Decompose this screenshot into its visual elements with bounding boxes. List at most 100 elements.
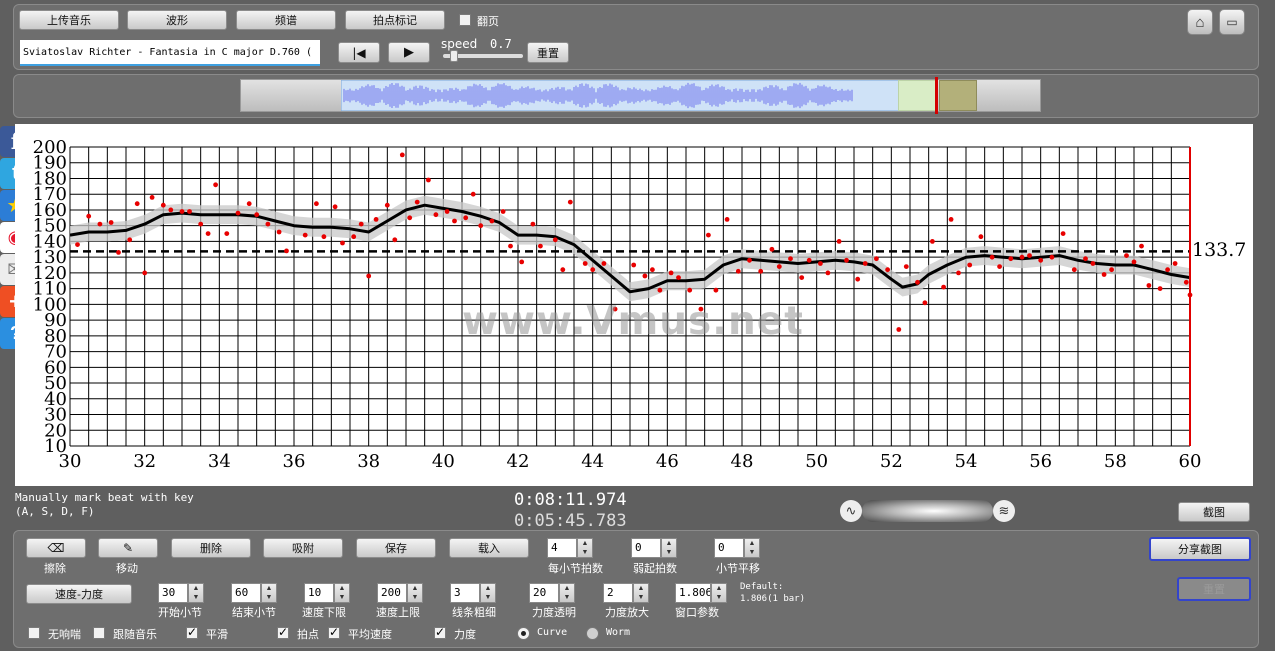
beat-point <box>246 201 252 207</box>
start-bar-spinner[interactable]: ▲ ▼ <box>188 583 204 603</box>
beat-point <box>552 237 558 243</box>
beat-point <box>582 261 588 266</box>
screenshot-button[interactable]: 截图 <box>1178 502 1250 522</box>
beats-checkbox[interactable] <box>277 625 289 639</box>
line-width-spinner[interactable]: ▲ ▼ <box>480 583 496 603</box>
tempo-low-spinner[interactable]: ▲ ▼ <box>334 583 350 603</box>
tempo-high-value[interactable]: 200 <box>377 583 407 603</box>
erase-label: 擦除 <box>44 562 66 575</box>
window-param-label: 窗口参数 <box>675 606 719 619</box>
track-title: Sviatoslav Richter - Fantasia in C major… <box>23 47 312 58</box>
window-param-spinner[interactable]: ▲ ▼ <box>711 583 727 603</box>
share-screenshot-button[interactable]: 分享截图 <box>1149 537 1251 561</box>
line-width-stepper[interactable]: 3 ▲ ▼ <box>450 583 496 603</box>
speed-slider[interactable] <box>443 50 523 62</box>
beats-label: 拍点 <box>297 628 319 641</box>
pickup-beats-stepper[interactable]: 0 ▲ ▼ <box>631 538 677 558</box>
follow-music-checkbox[interactable] <box>93 627 105 639</box>
waveform-view[interactable] <box>341 80 899 111</box>
save-button[interactable]: 保存 <box>356 538 436 558</box>
beats-per-bar-stepper[interactable]: 4 ▲ ▼ <box>547 538 593 558</box>
skip-back-icon: |◀ <box>352 45 366 60</box>
selection-window[interactable] <box>898 80 936 111</box>
upload-music-button[interactable]: 上传音乐 <box>19 10 119 30</box>
end-bar-stepper[interactable]: 60 ▲ ▼ <box>231 583 277 603</box>
erase-button[interactable]: ⌫ <box>26 538 86 558</box>
tempo-dynamics-button[interactable]: 速度-力度 <box>26 584 132 604</box>
beat-point <box>187 209 192 214</box>
speed-slider-thumb[interactable] <box>450 50 459 62</box>
track-title-field[interactable]: Sviatoslav Richter - Fantasia in C major… <box>20 40 320 66</box>
move-label: 移动 <box>116 562 138 575</box>
beat-point <box>1165 267 1170 273</box>
beat-point <box>874 256 879 262</box>
wave-right-icon[interactable]: ≋ <box>993 500 1015 522</box>
start-bar-stepper[interactable]: 30 ▲ ▼ <box>158 583 204 603</box>
window-icon[interactable]: ▭ <box>1219 9 1245 35</box>
beat-point <box>538 243 543 249</box>
volume-slider[interactable] <box>862 500 993 522</box>
bar-shift-value[interactable]: 0 <box>714 538 744 558</box>
end-bar-spinner[interactable]: ▲ ▼ <box>261 583 277 603</box>
metronome-checkbox[interactable] <box>28 627 40 639</box>
curve-radio[interactable] <box>517 627 530 640</box>
spectrum-button[interactable]: 频谱 <box>236 10 336 30</box>
delete-button[interactable]: 删除 <box>171 538 251 558</box>
beats-per-bar-value[interactable]: 4 <box>547 538 577 558</box>
tempo-low-stepper[interactable]: 10 ▲ ▼ <box>304 583 350 603</box>
dyn-scale-spinner[interactable]: ▲ ▼ <box>633 583 649 603</box>
beat-point <box>997 264 1002 269</box>
tempo-low-value[interactable]: 10 <box>304 583 334 603</box>
dyn-transparency-stepper[interactable]: 20 ▲ ▼ <box>529 583 575 603</box>
pickup-beats-spinner[interactable]: ▲ ▼ <box>661 538 677 558</box>
end-bar-value[interactable]: 60 <box>231 583 261 603</box>
beat-point <box>530 221 536 227</box>
start-bar-value[interactable]: 30 <box>158 583 188 603</box>
bar-shift-stepper[interactable]: 0 ▲ ▼ <box>714 538 760 558</box>
worm-radio[interactable] <box>586 627 599 640</box>
x-tick-label: 48 <box>731 451 754 472</box>
reset-button[interactable]: 重置 <box>527 42 569 63</box>
prev-button[interactable]: |◀ <box>338 42 380 63</box>
beat-point <box>818 261 823 266</box>
waveform-button[interactable]: 波形 <box>127 10 227 30</box>
home-icon[interactable]: ⌂ <box>1187 9 1213 35</box>
beat-point <box>668 270 674 276</box>
window-param-stepper[interactable]: 1.806 ▲ ▼ <box>675 583 727 603</box>
dyn-scale-value[interactable]: 2 <box>603 583 633 603</box>
beat-point <box>384 202 390 208</box>
next-window[interactable] <box>939 80 977 111</box>
metronome-label: 无响喘 <box>48 628 81 641</box>
dyn-transparency-value[interactable]: 20 <box>529 583 559 603</box>
dyn-transparency-spinner[interactable]: ▲ ▼ <box>559 583 575 603</box>
beat-point <box>844 257 849 263</box>
line-width-value[interactable]: 3 <box>450 583 480 603</box>
load-button[interactable]: 载入 <box>449 538 529 558</box>
window-param-value[interactable]: 1.806 <box>675 583 711 603</box>
wave-left-icon[interactable]: ∿ <box>840 500 862 522</box>
beat-point <box>108 220 114 225</box>
beat-point <box>332 204 338 210</box>
beat-point <box>265 221 271 227</box>
tempo-high-stepper[interactable]: 200 ▲ ▼ <box>377 583 423 603</box>
dynamics-checkbox[interactable] <box>434 625 446 639</box>
beat-point <box>989 254 995 260</box>
beat-point <box>470 191 476 197</box>
beat-point <box>631 262 637 268</box>
smooth-checkbox[interactable] <box>186 625 198 639</box>
beats-per-bar-spinner[interactable]: ▲ ▼ <box>577 538 593 558</box>
playhead-marker[interactable] <box>935 77 938 114</box>
tempo-high-spinner[interactable]: ▲ ▼ <box>407 583 423 603</box>
page-turn-checkbox[interactable] <box>459 14 471 26</box>
snap-button[interactable]: 吸附 <box>263 538 343 558</box>
move-button[interactable]: ✎ <box>98 538 158 558</box>
pickup-beats-value[interactable]: 0 <box>631 538 661 558</box>
beat-point <box>1008 256 1014 262</box>
dyn-scale-stepper[interactable]: 2 ▲ ▼ <box>603 583 649 603</box>
play-button[interactable]: ▶ <box>388 42 430 63</box>
hint-line-2: (A, S, D, F) <box>15 505 95 518</box>
beat-point <box>500 209 506 214</box>
bar-shift-spinner[interactable]: ▲ ▼ <box>744 538 760 558</box>
avg-tempo-checkbox[interactable] <box>328 625 340 639</box>
beat-mark-button[interactable]: 拍点标记 <box>345 10 445 30</box>
